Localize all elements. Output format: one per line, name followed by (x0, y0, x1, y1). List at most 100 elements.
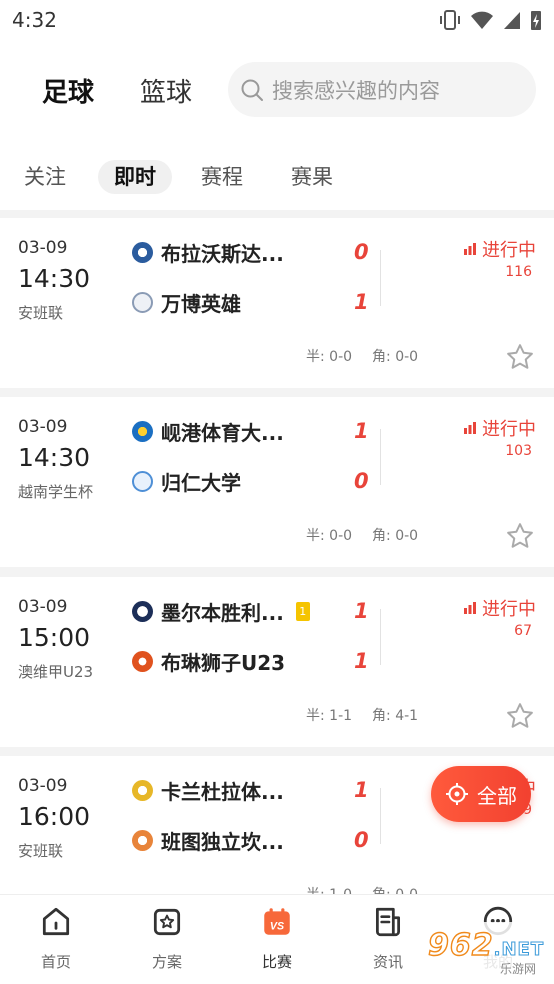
status-bar: 4:32 (0, 0, 554, 40)
tab-basketball[interactable]: 篮球 (140, 72, 192, 109)
match-minute: 103 (505, 443, 532, 459)
match-stats: 半: 1-1 角: 4-1 (306, 705, 418, 725)
nav-plan-label: 方案 (151, 953, 182, 971)
tab-live[interactable]: 即时 (98, 160, 172, 194)
tab-follow[interactable]: 关注 (24, 160, 66, 194)
watermark-subtitle: 乐游网 (499, 962, 536, 976)
status-icons (438, 9, 542, 31)
away-team: 归仁大学 (132, 467, 241, 496)
away-team-name: 班图独立坎... (161, 830, 284, 854)
half-score: 0-0 (329, 528, 353, 544)
tab-schedule[interactable]: 赛程 (201, 160, 243, 194)
top-header: 足球 篮球 搜索感兴趣的内容 (0, 40, 554, 140)
svg-text:VS: VS (270, 920, 284, 932)
match-status: 进行中 (464, 595, 536, 621)
score-divider (380, 429, 381, 485)
half-time-score: 半: 1-1 (306, 705, 352, 725)
match-time: 14:30 (18, 443, 91, 472)
home-team-logo-icon (132, 780, 153, 801)
match-date: 03-09 (18, 776, 68, 796)
yellow-card-badge: 1 (295, 602, 310, 621)
half-time-score: 半: 0-0 (306, 525, 352, 545)
match-card[interactable]: 03-09 14:30 越南学生杯 岘港体育大... 归仁大学 1 0 进行中 … (0, 397, 554, 567)
home-team-name: 卡兰杜拉体... (161, 780, 284, 804)
away-team: 布琳狮子U23 (132, 647, 285, 676)
plan-icon (153, 908, 181, 936)
tab-results[interactable]: 赛果 (291, 160, 333, 194)
score-divider (380, 250, 381, 306)
match-stats: 半: 0-0 角: 0-0 (306, 525, 418, 545)
watermark-net: .NET (493, 939, 545, 961)
favorite-star-icon[interactable] (505, 701, 535, 731)
news-icon (375, 907, 401, 937)
corner-value: 0-0 (395, 349, 419, 365)
match-status-label: 进行中 (482, 599, 536, 620)
corner-score: 角: 0-0 (372, 525, 418, 545)
signal-icon (504, 12, 520, 29)
nav-home[interactable]: 首页 (16, 905, 96, 972)
battery-icon (531, 11, 541, 30)
match-status: 进行中 (464, 415, 536, 441)
filter-all-label: 全部 (477, 783, 517, 808)
match-minute: 116 (505, 264, 532, 280)
away-team-logo-icon (132, 292, 153, 313)
vs-icon: VS (264, 908, 290, 935)
home-team-name: 岘港体育大... (161, 421, 284, 445)
score-divider (380, 609, 381, 665)
tab-football[interactable]: 足球 (42, 72, 97, 109)
home-score: 1 (354, 419, 369, 443)
favorite-star-icon[interactable] (505, 342, 535, 372)
away-team-logo-icon (132, 830, 153, 851)
half-label: 半: (306, 349, 325, 365)
match-card[interactable]: 03-09 14:30 安班联 布拉沃斯达... 万博英雄 0 1 进行中 11… (0, 218, 554, 388)
tab-basketball-label: 篮球 (140, 78, 193, 108)
filter-tabs: 关注 即时 赛程 赛果 (0, 140, 554, 210)
match-time: 15:00 (18, 623, 91, 652)
live-signal-icon (464, 243, 476, 255)
watermark-logo: 962.NET 乐游网 (414, 922, 554, 978)
match-status: 进行中 (464, 236, 536, 262)
corner-label: 角: (372, 349, 391, 365)
match-time: 16:00 (18, 802, 91, 831)
half-score: 0-0 (329, 349, 353, 365)
wifi-icon (471, 11, 493, 29)
home-team-logo-icon (132, 242, 153, 263)
favorite-star-icon[interactable] (505, 521, 535, 551)
search-icon (241, 79, 263, 101)
search-input[interactable]: 搜索感兴趣的内容 (228, 62, 536, 117)
home-score: 0 (354, 240, 369, 264)
match-card[interactable]: 03-09 15:00 澳维甲U23 墨尔本胜利... 1 布琳狮子U23 1 … (0, 577, 554, 747)
half-score: 1-1 (329, 708, 353, 724)
away-score: 1 (354, 649, 369, 673)
nav-match[interactable]: VS 比赛 (237, 905, 317, 972)
filter-all-button[interactable]: 全部 (431, 766, 531, 822)
status-time: 4:32 (12, 8, 57, 32)
match-date: 03-09 (18, 417, 68, 437)
home-team-logo-icon (132, 601, 153, 622)
match-status-label: 进行中 (482, 240, 536, 261)
match-minute: 67 (514, 623, 532, 639)
search-placeholder: 搜索感兴趣的内容 (272, 78, 440, 103)
nav-plan[interactable]: 方案 (127, 905, 207, 972)
corner-value: 0-0 (395, 528, 419, 544)
match-date: 03-09 (18, 238, 68, 258)
match-status-label: 进行中 (482, 419, 536, 440)
live-signal-icon (464, 422, 476, 434)
half-label: 半: (306, 528, 325, 544)
match-league: 越南学生杯 (18, 483, 94, 501)
target-icon (446, 783, 468, 805)
home-team: 卡兰杜拉体... (132, 776, 284, 805)
corner-value: 4-1 (395, 708, 419, 724)
nav-match-label: 比赛 (261, 953, 292, 971)
match-league: 安班联 (18, 304, 64, 322)
away-team-logo-icon (132, 651, 153, 672)
home-team: 岘港体育大... (132, 417, 284, 446)
corner-label: 角: (372, 708, 391, 724)
home-team-name: 墨尔本胜利... (161, 601, 284, 625)
away-team-name: 布琳狮子U23 (161, 651, 286, 675)
half-label: 半: (306, 708, 325, 724)
away-team-logo-icon (132, 471, 153, 492)
away-team: 班图独立坎... (132, 826, 284, 855)
half-time-score: 半: 0-0 (306, 346, 352, 366)
away-score: 1 (354, 290, 369, 314)
